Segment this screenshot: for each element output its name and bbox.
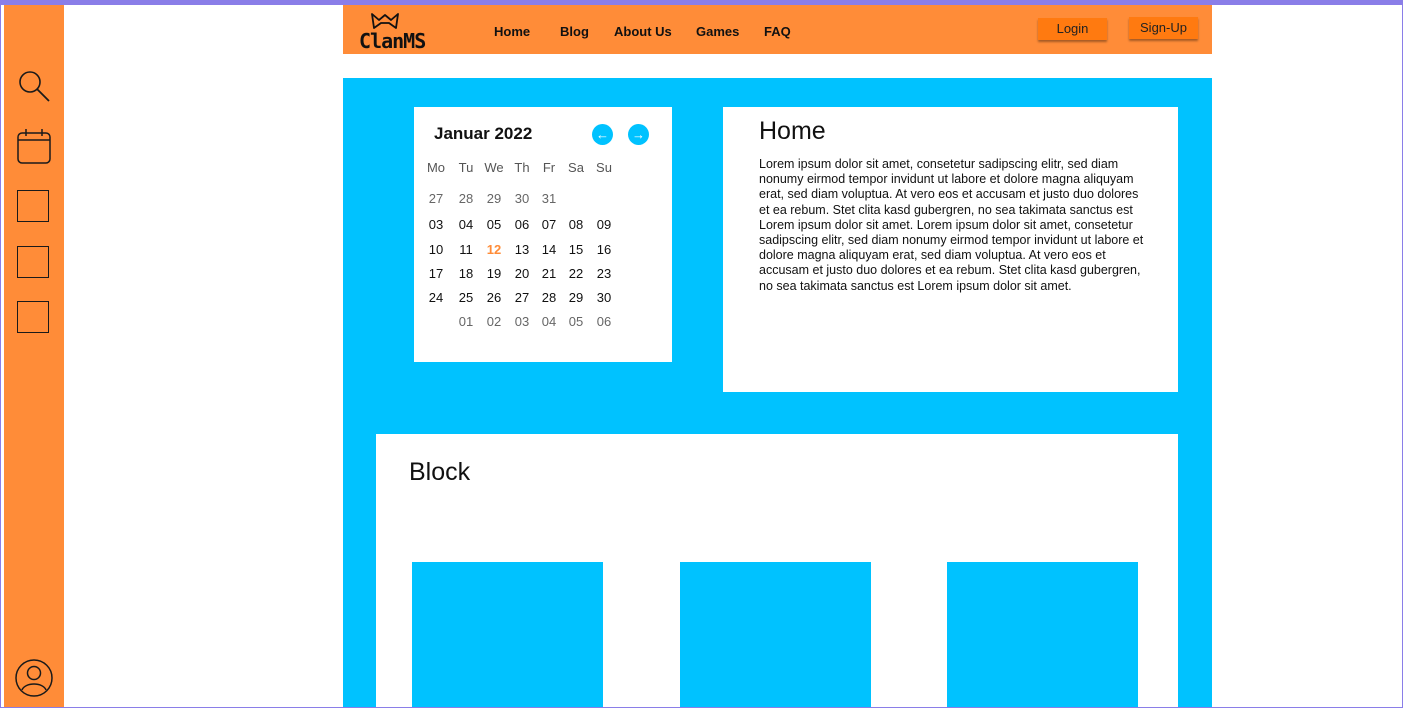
- calendar-day[interactable]: 28: [452, 191, 480, 206]
- calendar-day[interactable]: 01: [452, 314, 480, 329]
- main-content: Januar 2022 ← → Mo Tu We Th Fr Sa Su 27 28 29 30 31…: [343, 78, 1212, 708]
- signup-button[interactable]: Sign-Up: [1129, 17, 1198, 39]
- calendar-day[interactable]: 28: [535, 290, 563, 305]
- calendar-day[interactable]: 10: [422, 242, 450, 257]
- calendar-day[interactable]: 27: [508, 290, 536, 305]
- calendar-day[interactable]: 19: [480, 266, 508, 281]
- calendar-day[interactable]: 09: [590, 217, 618, 232]
- nav-games[interactable]: Games: [696, 24, 739, 39]
- calendar-day[interactable]: 06: [590, 314, 618, 329]
- search-icon[interactable]: [16, 68, 52, 104]
- calendar-day[interactable]: 29: [480, 191, 508, 206]
- weekday-label: Mo: [426, 160, 446, 175]
- nav-blog[interactable]: Blog: [560, 24, 589, 39]
- calendar-day[interactable]: 26: [480, 290, 508, 305]
- calendar-day[interactable]: 17: [422, 266, 450, 281]
- weekday-label: Fr: [542, 160, 556, 175]
- calendar-icon[interactable]: [16, 128, 52, 164]
- nav-about-us[interactable]: About Us: [614, 24, 672, 39]
- calendar-day[interactable]: 04: [452, 217, 480, 232]
- home-card: Home Lorem ipsum dolor sit amet, consete…: [723, 107, 1178, 392]
- calendar-widget: Januar 2022 ← → Mo Tu We Th Fr Sa Su 27 28 29 30 31…: [414, 107, 672, 362]
- calendar-day[interactable]: 02: [480, 314, 508, 329]
- calendar-day[interactable]: 11: [452, 242, 480, 257]
- block-tile[interactable]: [680, 562, 871, 708]
- calendar-day[interactable]: 05: [562, 314, 590, 329]
- square-icon[interactable]: [17, 190, 49, 222]
- calendar-day[interactable]: 06: [508, 217, 536, 232]
- calendar-day[interactable]: 22: [562, 266, 590, 281]
- nav-home[interactable]: Home: [494, 24, 530, 39]
- nav-faq[interactable]: FAQ: [764, 24, 791, 39]
- block-tile[interactable]: [412, 562, 603, 708]
- top-nav: ClanMS Home Blog About Us Games FAQ Logi…: [343, 4, 1212, 54]
- square-icon[interactable]: [17, 246, 49, 278]
- calendar-day[interactable]: 27: [422, 191, 450, 206]
- weekday-label: Th: [514, 160, 530, 175]
- calendar-day[interactable]: 15: [562, 242, 590, 257]
- calendar-next-button[interactable]: →: [628, 124, 649, 145]
- sidebar: [4, 4, 64, 708]
- calendar-day[interactable]: 03: [422, 217, 450, 232]
- calendar-day[interactable]: 08: [562, 217, 590, 232]
- calendar-day[interactable]: 18: [452, 266, 480, 281]
- login-button[interactable]: Login: [1038, 18, 1107, 40]
- calendar-day[interactable]: 30: [508, 191, 536, 206]
- calendar-day[interactable]: 30: [590, 290, 618, 305]
- calendar-day[interactable]: 13: [508, 242, 536, 257]
- weekday-label: We: [484, 160, 504, 175]
- weekday-label: Tu: [458, 160, 474, 175]
- calendar-title: Januar 2022: [434, 124, 533, 143]
- block-title: Block: [409, 458, 471, 486]
- arrow-left-icon: ←: [596, 127, 609, 142]
- weekday-label: Sa: [568, 160, 584, 175]
- block-tile[interactable]: [947, 562, 1138, 708]
- weekday-label: Su: [596, 160, 612, 175]
- calendar-day[interactable]: 07: [535, 217, 563, 232]
- gamepad-icon: [371, 13, 399, 29]
- logo-text: ClanMS: [359, 29, 426, 53]
- calendar-day[interactable]: 29: [562, 290, 590, 305]
- calendar-prev-button[interactable]: ←: [592, 124, 613, 145]
- calendar-day[interactable]: 16: [590, 242, 618, 257]
- calendar-day[interactable]: 20: [508, 266, 536, 281]
- user-icon[interactable]: [15, 658, 53, 697]
- calendar-day[interactable]: 04: [535, 314, 563, 329]
- arrow-right-icon: →: [632, 127, 645, 142]
- calendar-day[interactable]: 23: [590, 266, 618, 281]
- home-title: Home: [759, 117, 826, 145]
- home-text: Lorem ipsum dolor sit amet, consetetur s…: [759, 157, 1144, 293]
- calendar-day[interactable]: 05: [480, 217, 508, 232]
- calendar-day[interactable]: 21: [535, 266, 563, 281]
- calendar-day[interactable]: 25: [452, 290, 480, 305]
- block-card: Block: [376, 434, 1178, 708]
- calendar-day[interactable]: 14: [535, 242, 563, 257]
- square-icon[interactable]: [17, 301, 49, 333]
- calendar-day[interactable]: 24: [422, 290, 450, 305]
- calendar-day[interactable]: 03: [508, 314, 536, 329]
- logo[interactable]: ClanMS: [357, 10, 426, 53]
- calendar-day-today[interactable]: 12: [480, 242, 508, 257]
- calendar-day[interactable]: 31: [535, 191, 563, 206]
